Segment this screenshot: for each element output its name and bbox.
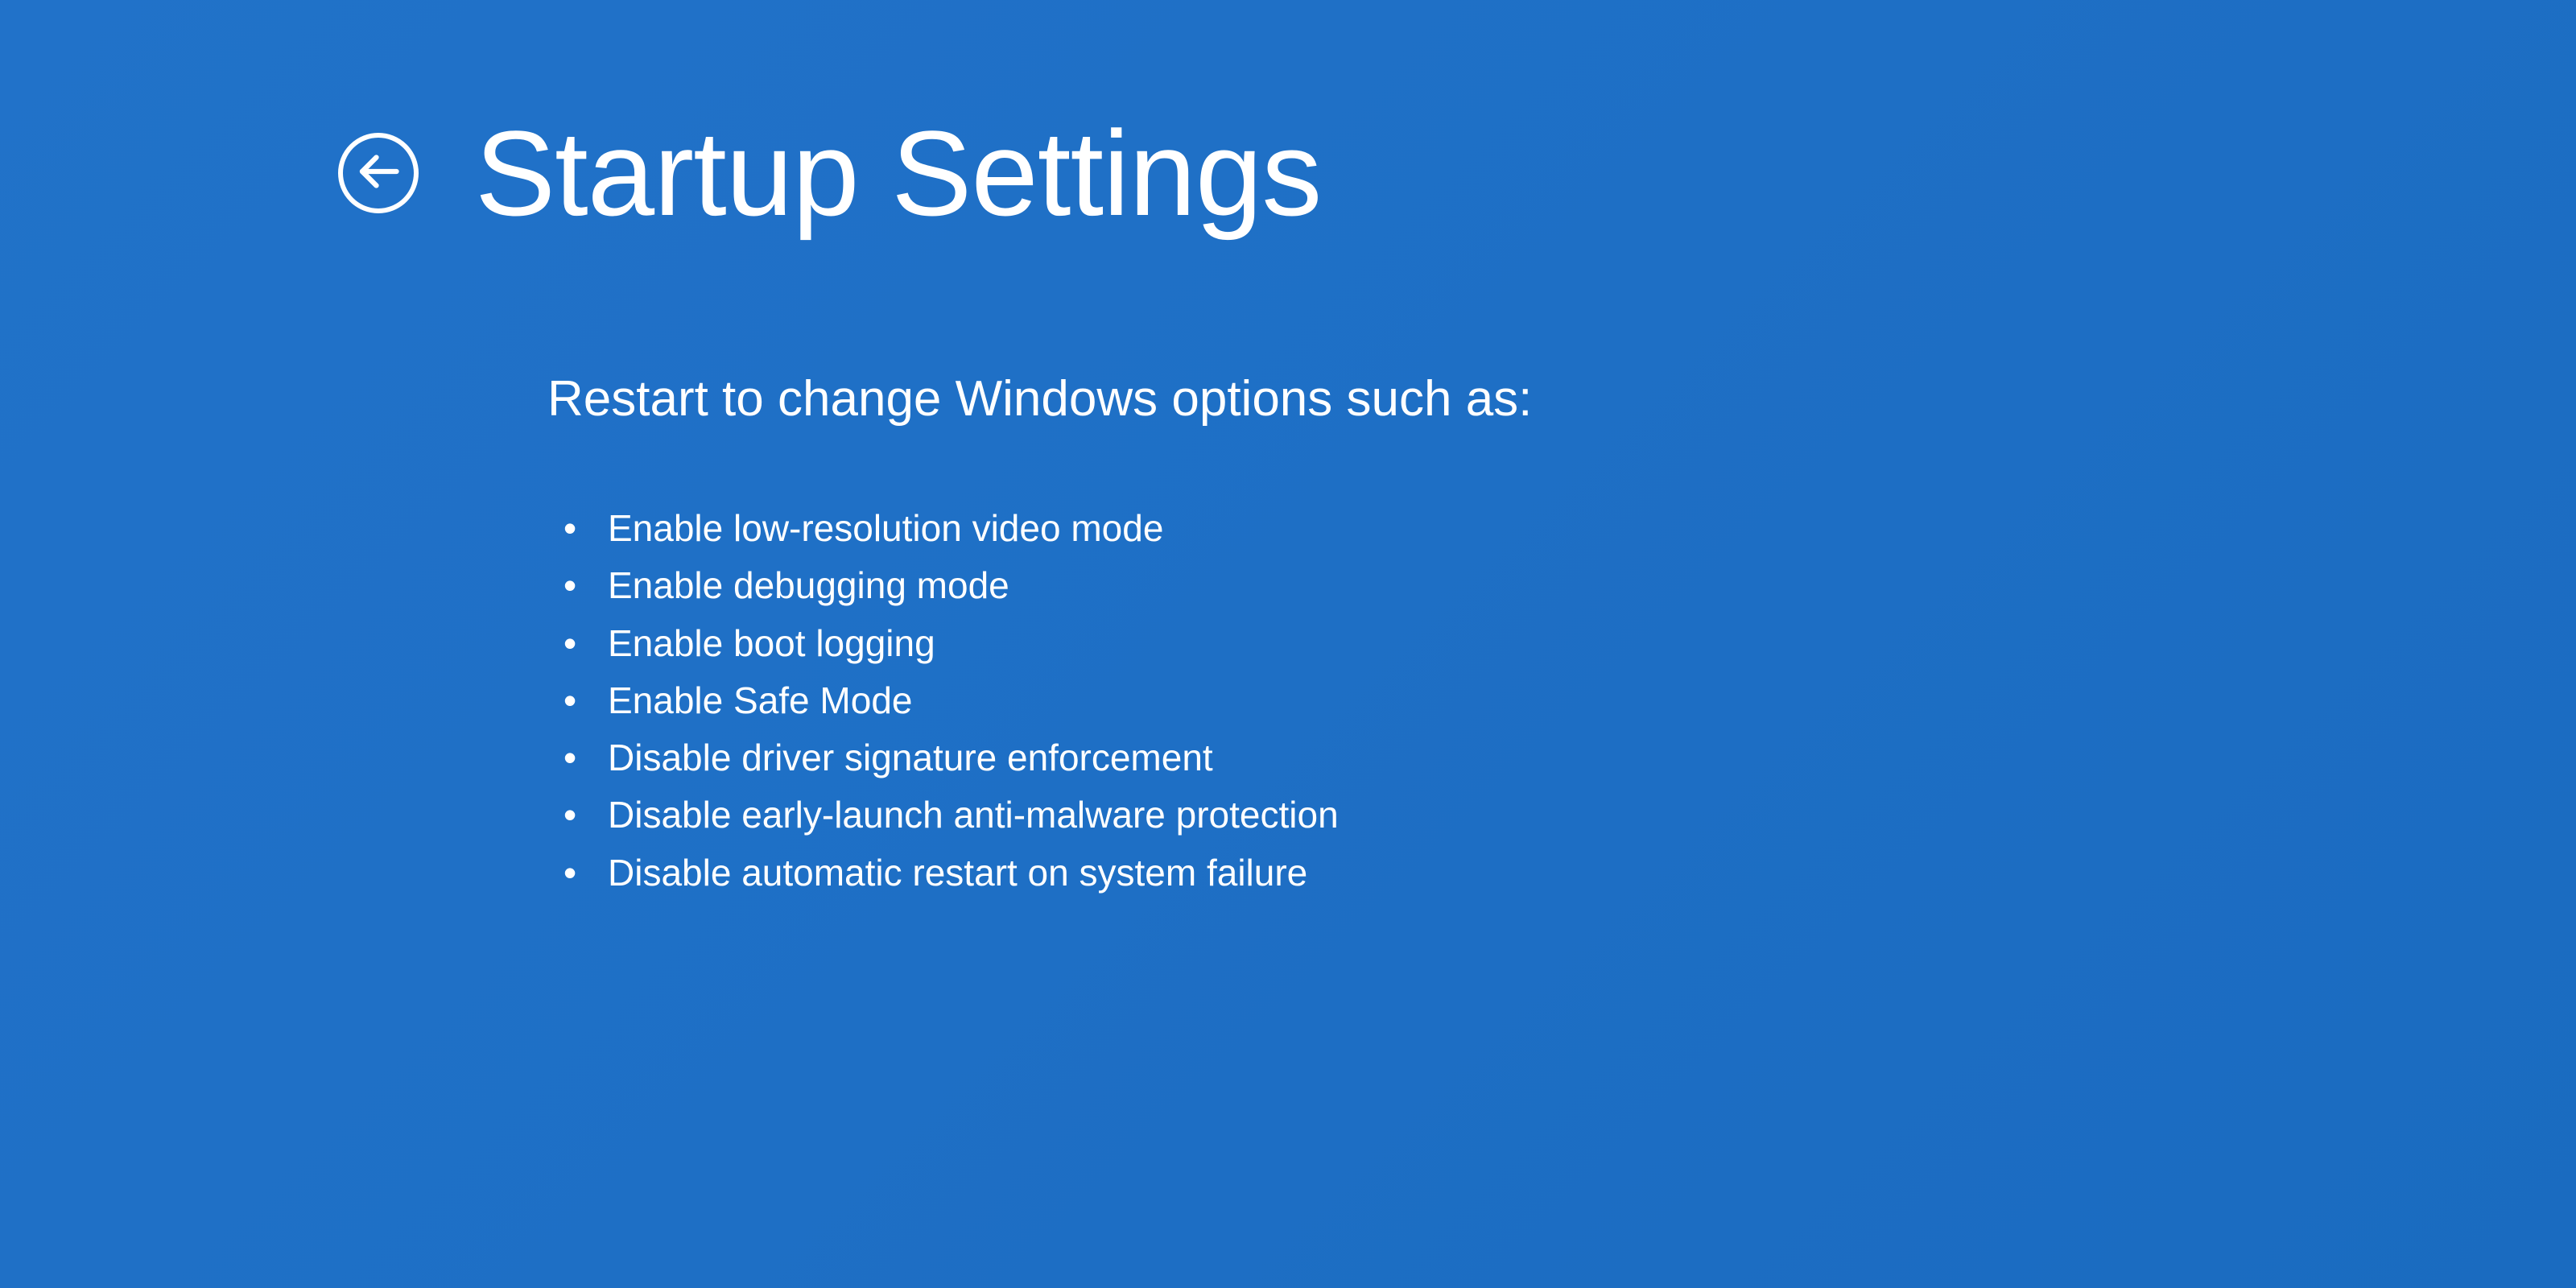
list-item: Disable early-launch anti-malware protec… bbox=[564, 786, 2576, 844]
content-area: Restart to change Windows options such a… bbox=[338, 370, 2576, 902]
options-list: Enable low-resolution video mode Enable … bbox=[547, 500, 2576, 902]
list-item: Disable driver signature enforcement bbox=[564, 729, 2576, 786]
list-item: Enable boot logging bbox=[564, 615, 2576, 672]
list-item: Enable debugging mode bbox=[564, 557, 2576, 614]
startup-settings-screen: Startup Settings Restart to change Windo… bbox=[0, 0, 2576, 902]
arrow-left-icon bbox=[354, 147, 402, 200]
page-title: Startup Settings bbox=[475, 113, 1321, 233]
subtitle: Restart to change Windows options such a… bbox=[547, 370, 2576, 427]
list-item: Enable Safe Mode bbox=[564, 672, 2576, 729]
header: Startup Settings bbox=[338, 113, 2576, 233]
list-item: Enable low-resolution video mode bbox=[564, 500, 2576, 557]
list-item: Disable automatic restart on system fail… bbox=[564, 844, 2576, 902]
back-button[interactable] bbox=[338, 133, 419, 213]
